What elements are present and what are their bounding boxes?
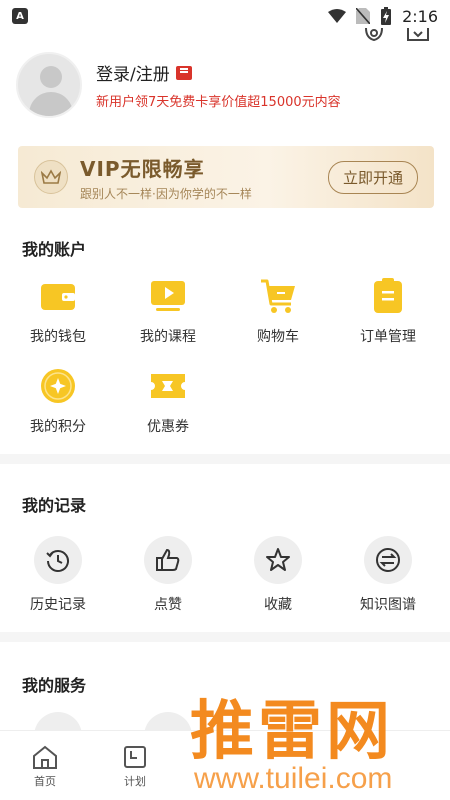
points-item[interactable]: 我的积分 bbox=[8, 366, 108, 436]
watermark-url: www.tuilei.com bbox=[194, 762, 393, 795]
knowledge-map-icon bbox=[364, 536, 412, 584]
coupon-item[interactable]: 优惠券 bbox=[118, 366, 218, 436]
crown-icon bbox=[34, 160, 68, 194]
watermark: 推雷网 www.tuilei.com bbox=[180, 680, 450, 800]
vip-subtitle: 跟别人不一样·因为你学的不一样 bbox=[80, 186, 252, 201]
wallet-label: 我的钱包 bbox=[30, 329, 86, 345]
knowledge-map-item[interactable]: 知识图谱 bbox=[338, 536, 438, 614]
course-item[interactable]: 我的课程 bbox=[118, 276, 218, 346]
cart-item[interactable]: 购物车 bbox=[228, 276, 328, 346]
section-divider bbox=[0, 454, 450, 464]
order-label: 订单管理 bbox=[360, 329, 416, 345]
status-time: 2:16 bbox=[402, 6, 438, 26]
nav-home[interactable]: 首页 bbox=[0, 731, 90, 800]
app-notification-icon: A bbox=[12, 8, 28, 24]
message-icon[interactable] bbox=[406, 28, 430, 44]
history-icon bbox=[34, 536, 82, 584]
likes-item[interactable]: 点赞 bbox=[118, 536, 218, 614]
history-item[interactable]: 历史记录 bbox=[8, 536, 108, 614]
records-section-title: 我的记录 bbox=[22, 496, 87, 515]
section-divider bbox=[0, 632, 450, 642]
new-user-promo[interactable]: 新用户领7天免费卡享价值超15000元内容 bbox=[96, 91, 341, 110]
order-item[interactable]: 订单管理 bbox=[338, 276, 438, 346]
nav-plan[interactable]: 计划 bbox=[90, 731, 180, 800]
favorites-label: 收藏 bbox=[264, 597, 292, 613]
cart-label: 购物车 bbox=[257, 329, 299, 345]
login-register-link[interactable]: 登录/注册 bbox=[96, 60, 170, 85]
services-section-title: 我的服务 bbox=[22, 676, 87, 695]
history-label: 历史记录 bbox=[30, 597, 86, 613]
no-sim-icon bbox=[356, 8, 371, 24]
vip-activate-button[interactable]: 立即开通 bbox=[327, 160, 418, 194]
points-icon bbox=[38, 366, 78, 406]
status-right: 2:16 bbox=[328, 7, 438, 26]
knowledge-map-label: 知识图谱 bbox=[360, 597, 416, 613]
nav-home-label: 首页 bbox=[34, 775, 56, 788]
top-actions bbox=[362, 28, 430, 44]
cart-icon bbox=[258, 276, 298, 316]
login-row: 登录/注册 bbox=[96, 60, 341, 85]
account-section-title: 我的账户 bbox=[22, 240, 87, 259]
settings-icon[interactable] bbox=[362, 28, 386, 44]
coupon-label: 优惠券 bbox=[147, 419, 189, 435]
profile-header[interactable]: 登录/注册 新用户领7天免费卡享价值超15000元内容 bbox=[16, 50, 436, 120]
course-icon bbox=[148, 276, 188, 316]
likes-label: 点赞 bbox=[154, 597, 182, 613]
wifi-icon bbox=[328, 9, 347, 23]
watermark-brand: 推雷网 bbox=[190, 695, 394, 769]
vip-banner[interactable]: VIP无限畅享 跟别人不一样·因为你学的不一样 立即开通 bbox=[18, 146, 434, 208]
plan-icon bbox=[124, 746, 146, 768]
order-icon bbox=[368, 276, 408, 316]
wallet-item[interactable]: 我的钱包 bbox=[8, 276, 108, 346]
wallet-icon bbox=[38, 276, 78, 316]
nav-plan-label: 计划 bbox=[124, 775, 146, 788]
star-icon bbox=[254, 536, 302, 584]
course-label: 我的课程 bbox=[140, 329, 196, 345]
home-icon bbox=[33, 745, 57, 769]
coupon-icon bbox=[148, 366, 188, 406]
avatar-body bbox=[29, 92, 73, 116]
vip-text: VIP无限畅享 跟别人不一样·因为你学的不一样 bbox=[80, 153, 252, 202]
points-label: 我的积分 bbox=[30, 419, 86, 435]
thumbs-up-icon bbox=[144, 536, 192, 584]
favorites-item[interactable]: 收藏 bbox=[228, 536, 328, 614]
new-user-badge-icon bbox=[175, 65, 192, 80]
vip-title: VIP无限畅享 bbox=[80, 156, 205, 181]
profile-text: 登录/注册 新用户领7天免费卡享价值超15000元内容 bbox=[96, 60, 341, 110]
avatar[interactable] bbox=[16, 52, 82, 118]
battery-charging-icon bbox=[381, 7, 392, 25]
avatar-head bbox=[40, 66, 62, 88]
